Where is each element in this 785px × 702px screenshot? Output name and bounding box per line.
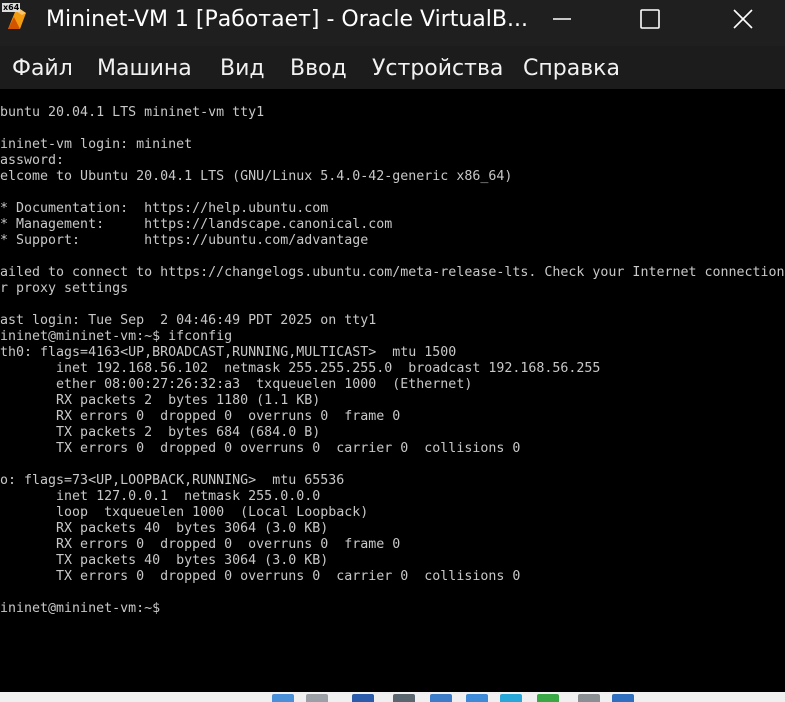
console-line: TX errors 0 dropped 0 overruns 0 carrier… [0, 569, 521, 584]
app-icon-badge: x64 [2, 3, 21, 12]
video-capture-icon[interactable] [537, 694, 559, 702]
menu-help[interactable]: Справка [523, 55, 620, 83]
console-line: TX packets 40 bytes 3064 (3.0 KB) [0, 553, 329, 568]
menu-file[interactable]: Файл [12, 55, 73, 83]
display-icon[interactable] [500, 694, 522, 702]
menu-view[interactable]: Вид [220, 55, 265, 83]
vm-console[interactable]: Ubuntu 20.04.1 LTS mininet-vm tty1 minin… [0, 89, 785, 692]
host-key-icon[interactable] [612, 694, 634, 702]
console-line: inet 192.168.56.102 netmask 255.255.255.… [0, 361, 601, 376]
console-line: loop txqueuelen 1000 (Local Loopback) [0, 505, 369, 520]
shared-folders-icon[interactable] [466, 694, 488, 702]
menu-devices[interactable]: Устройства [372, 55, 503, 83]
console-line: Last login: Tue Sep 2 04:46:49 PDT 2025 … [0, 313, 377, 328]
window-title: Mininet-VM 1 [Работает] - Oracle Virtual… [46, 7, 528, 32]
console-line: RX errors 0 dropped 0 overruns 0 frame 0 [0, 409, 401, 424]
console-line: lo: flags=73<UP,LOOPBACK,RUNNING> mtu 65… [0, 473, 345, 488]
console-line: * Support: https://ubuntu.com/advantage [0, 233, 369, 248]
usb-icon[interactable] [430, 694, 452, 702]
menu-bar: Файл Машина Вид Ввод Устройства Справка [0, 46, 785, 89]
console-line: mininet-vm login: mininet [0, 137, 193, 152]
console-line: ether 08:00:27:26:32:a3 txqueuelen 1000 … [0, 377, 473, 392]
network-icon[interactable] [393, 694, 415, 702]
console-line: Password: [0, 153, 65, 168]
minimize-button[interactable] [530, 0, 594, 38]
console-line: RX packets 2 bytes 1180 (1.1 KB) [0, 393, 321, 408]
audio-icon[interactable] [352, 694, 374, 702]
console-line: * Documentation: https://help.ubuntu.com [0, 201, 329, 216]
console-line: Ubuntu 20.04.1 LTS mininet-vm tty1 [0, 105, 265, 120]
console-line: TX packets 2 bytes 684 (684.0 B) [0, 425, 321, 440]
console-line: Failed to connect to https://changelogs.… [0, 265, 785, 280]
console-line: Welcome to Ubuntu 20.04.1 LTS (GNU/Linux… [0, 169, 513, 184]
status-bar [0, 692, 785, 702]
console-line: inet 127.0.0.1 netmask 255.0.0.0 [0, 489, 321, 504]
console-line: mininet@mininet-vm:~$ ifconfig [0, 329, 233, 344]
minimize-icon [553, 18, 571, 20]
close-button[interactable] [711, 0, 775, 38]
console-line: RX errors 0 dropped 0 overruns 0 frame 0 [0, 537, 401, 552]
maximize-icon [640, 9, 660, 29]
console-line: or proxy settings [0, 281, 129, 296]
console-line: * Management: https://landscape.canonica… [0, 217, 393, 232]
menu-machine[interactable]: Машина [97, 55, 192, 83]
virtualbox-logo-icon: x64 [2, 3, 32, 33]
close-icon [733, 9, 753, 29]
menu-input[interactable]: Ввод [290, 55, 347, 83]
maximize-button[interactable] [618, 0, 682, 38]
console-line: TX errors 0 dropped 0 overruns 0 carrier… [0, 441, 521, 456]
optical-drive-icon[interactable] [306, 694, 328, 702]
console-prompt-line[interactable]: mininet@mininet-vm:~$ [0, 601, 168, 617]
mouse-integration-icon[interactable] [578, 694, 600, 702]
console-line: eth0: flags=4163<UP,BROADCAST,RUNNING,MU… [0, 345, 457, 360]
console-line: RX packets 40 bytes 3064 (3.0 KB) [0, 521, 329, 536]
title-bar[interactable]: x64 Mininet-VM 1 [Работает] - Oracle Vir… [0, 0, 785, 46]
hard-disk-icon[interactable] [272, 694, 294, 702]
